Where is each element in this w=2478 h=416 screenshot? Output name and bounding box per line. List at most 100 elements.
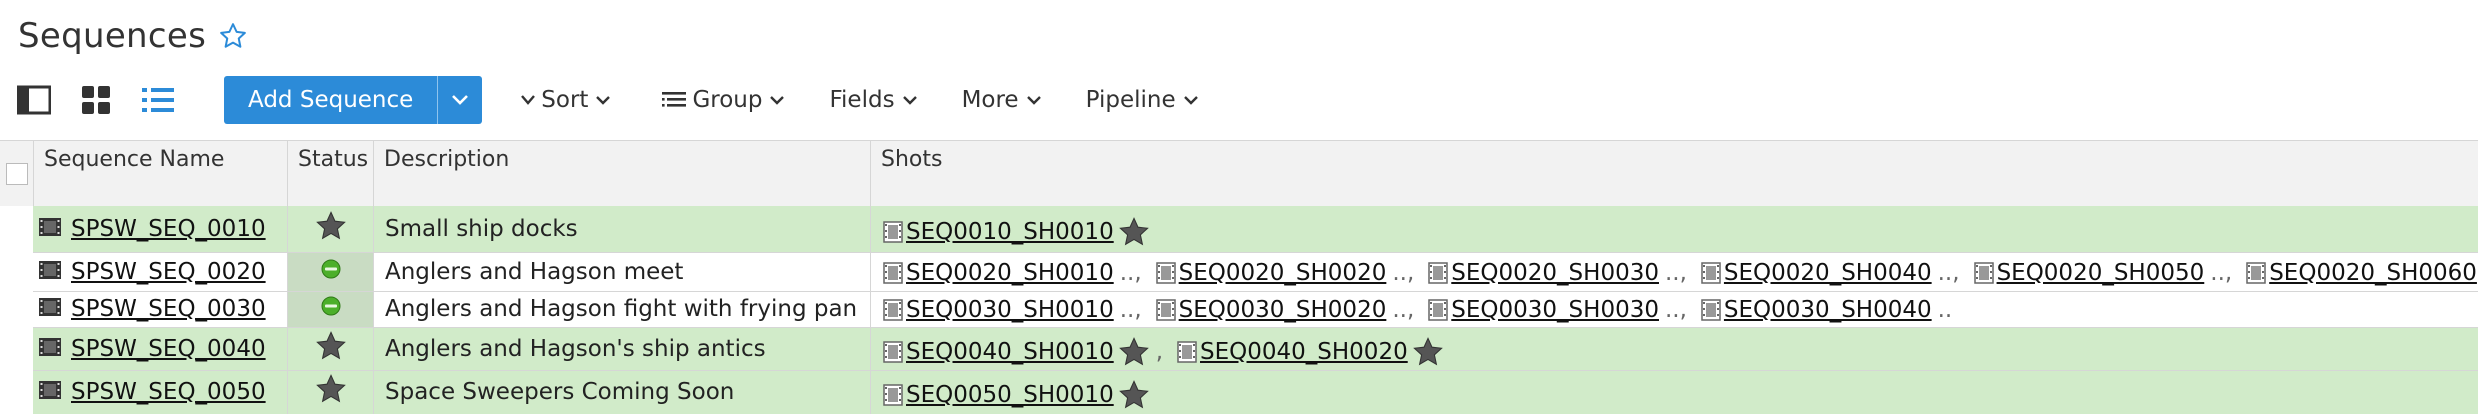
shot-separator: .., <box>1119 297 1142 323</box>
sort-icon <box>521 95 536 105</box>
shot-link[interactable]: SEQ0020_SH0030 <box>1451 260 1659 286</box>
status-green-dot-icon <box>320 258 342 286</box>
row-gutter[interactable] <box>0 370 33 414</box>
status-cell[interactable] <box>287 252 373 291</box>
sequence-name-link[interactable]: SPSW_SEQ_0050 <box>71 379 266 405</box>
table-row[interactable]: SPSW_SEQ_0040 Anglers and Hagson's ship a… <box>0 327 2478 370</box>
list-view-button[interactable] <box>138 80 178 120</box>
row-gutter[interactable] <box>0 327 33 370</box>
shot-link[interactable]: SEQ0030_SH0030 <box>1451 297 1659 323</box>
shot-status-star-icon <box>1118 336 1150 368</box>
shot-link[interactable]: SEQ0040_SH0010 <box>906 339 1114 365</box>
shot-link[interactable]: SEQ0020_SH0040 <box>1724 260 1932 286</box>
shot-separator: , <box>1155 338 1164 365</box>
shot-status-star-icon <box>1412 336 1444 368</box>
shot-film-icon <box>1973 261 1994 284</box>
column-header-shots[interactable]: Shots <box>870 141 2478 207</box>
sequence-name-cell: SPSW_SEQ_0050 <box>33 370 287 414</box>
shot-film-icon <box>2246 261 2266 284</box>
shots-cell: SEQ0020_SH0010.., SEQ0020_SH0020.., SEQ002… <box>870 252 2478 291</box>
shot-link[interactable]: SEQ0020_SH0010 <box>906 260 1114 286</box>
fields-menu[interactable]: Fields <box>829 87 917 113</box>
shot-link[interactable]: SEQ0020_SH0050 <box>1997 260 2205 286</box>
chevron-down-icon <box>1183 95 1198 105</box>
shot-film-icon <box>1155 299 1176 321</box>
description-text: Anglers and Hagson's ship antics <box>385 335 766 362</box>
shots-cell: SEQ0040_SH0010, SEQ0040_SH0020 <box>870 327 2478 370</box>
sequence-name-link[interactable]: SPSW_SEQ_0030 <box>71 296 266 322</box>
description-cell: Small ship docks <box>373 206 870 252</box>
group-menu[interactable]: Group <box>655 87 785 113</box>
page-title: Sequences <box>18 16 207 56</box>
sequence-name-link[interactable]: SPSW_SEQ_0020 <box>71 259 266 285</box>
row-divider <box>33 252 2478 253</box>
shot-item: SEQ0040_SH0020 <box>1177 336 1444 368</box>
shot-film-icon <box>1177 340 1197 363</box>
shot-status-star-icon <box>1118 379 1150 411</box>
shot-link[interactable]: SEQ0050_SH0010 <box>906 382 1114 408</box>
sequence-film-icon <box>39 216 61 242</box>
pipeline-menu[interactable]: Pipeline <box>1086 87 1199 113</box>
shot-film-icon <box>883 221 903 243</box>
shot-link[interactable]: SEQ0010_SH0010 <box>906 219 1114 245</box>
status-cell[interactable] <box>287 291 373 327</box>
shot-film-icon <box>883 340 903 363</box>
chevron-down-icon <box>1026 95 1041 105</box>
table-row[interactable]: SPSW_SEQ_0050 Space Sweepers Coming Soon S… <box>0 370 2478 414</box>
detail-view-button[interactable] <box>14 80 54 120</box>
status-star-icon <box>315 210 347 248</box>
shots-cell: SEQ0050_SH0010 <box>870 370 2478 414</box>
shot-film-icon <box>1428 261 1449 284</box>
add-sequence-button[interactable]: Add Sequence <box>224 76 438 124</box>
list-view-icon <box>142 88 174 112</box>
row-gutter[interactable] <box>0 291 33 327</box>
column-header-description[interactable]: Description <box>373 141 870 207</box>
shot-separator: .. <box>1937 297 1953 323</box>
description-cell: Space Sweepers Coming Soon <box>373 370 870 414</box>
status-cell[interactable] <box>287 206 373 252</box>
description-text: Space Sweepers Coming Soon <box>385 379 735 405</box>
sequence-film-icon <box>39 259 61 285</box>
fields-label: Fields <box>829 87 895 113</box>
favorite-star-icon[interactable] <box>218 21 248 51</box>
status-cell[interactable] <box>287 327 373 370</box>
table-row[interactable]: SPSW_SEQ_0010 Small ship docks SEQ0010_SH0… <box>0 206 2478 252</box>
shot-film-icon <box>1428 299 1449 321</box>
shot-separator: .., <box>1937 259 1960 286</box>
shot-item: SEQ0010_SH0010 <box>883 216 1150 248</box>
description-text: Small ship docks <box>385 216 578 242</box>
add-sequence-dropdown-button[interactable] <box>437 76 483 124</box>
shot-item: SEQ0020_SH0050.., <box>1973 260 2239 286</box>
shot-link[interactable]: SEQ0030_SH0040 <box>1724 297 1932 323</box>
row-gutter[interactable] <box>0 252 33 291</box>
more-menu[interactable]: More <box>962 87 1042 113</box>
shot-link[interactable]: SEQ0020_SH0060 <box>2269 260 2477 286</box>
description-cell: Anglers and Hagson meet <box>373 252 870 291</box>
column-header-sequence-name[interactable]: Sequence Name <box>33 141 287 207</box>
shot-link[interactable]: SEQ0020_SH0020 <box>1179 260 1387 286</box>
shot-link[interactable]: SEQ0030_SH0020 <box>1179 297 1387 323</box>
sort-label: Sort <box>541 87 589 113</box>
shot-film-icon <box>1155 261 1176 284</box>
table-row[interactable]: SPSW_SEQ_0020 Anglers and Hagson meet SEQ0… <box>0 252 2478 291</box>
thumbnail-view-button[interactable] <box>76 80 116 120</box>
column-header-status[interactable]: Status <box>287 141 373 207</box>
row-gutter[interactable] <box>0 206 33 252</box>
shot-link[interactable]: SEQ0030_SH0010 <box>906 297 1114 323</box>
pipeline-label: Pipeline <box>1085 87 1176 113</box>
description-cell: Anglers and Hagson fight with frying pan <box>373 291 870 327</box>
shot-link[interactable]: SEQ0040_SH0020 <box>1200 339 1408 365</box>
sequence-name-cell: SPSW_SEQ_0030 <box>33 291 287 327</box>
page-header: Sequences <box>18 8 248 64</box>
status-cell[interactable] <box>287 370 373 414</box>
sequence-name-link[interactable]: SPSW_SEQ_0010 <box>71 216 266 242</box>
sequence-name-link[interactable]: SPSW_SEQ_0040 <box>71 336 266 362</box>
sort-menu[interactable]: Sort <box>514 87 611 113</box>
shot-separator: .., <box>1119 259 1142 286</box>
status-star-icon <box>315 330 347 368</box>
status-star-icon <box>315 373 347 411</box>
table-row[interactable]: SPSW_SEQ_0030 Anglers and Hagson fight wi… <box>0 291 2478 327</box>
select-all-checkbox[interactable] <box>6 163 28 185</box>
shot-item: SEQ0020_SH0010.., <box>883 260 1148 286</box>
shot-separator: .., <box>1392 259 1415 286</box>
